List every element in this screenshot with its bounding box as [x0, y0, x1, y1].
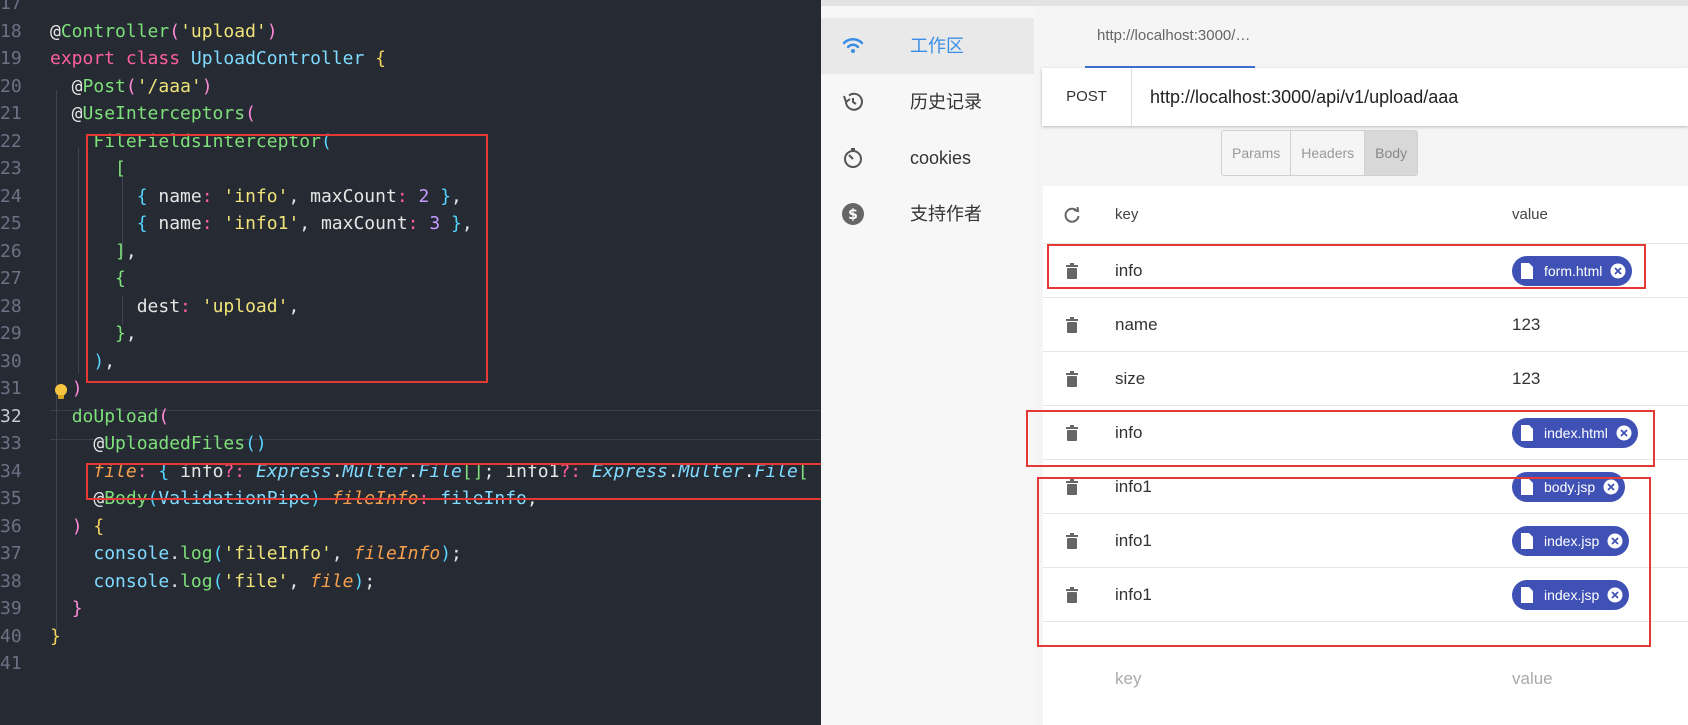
delete-icon[interactable]: [1062, 369, 1082, 389]
tab-label: http://localhost:3000/…: [1097, 27, 1251, 44]
sidebar-item-label: cookies: [910, 148, 972, 168]
code-line[interactable]: 18 @Controller('upload'): [0, 18, 821, 46]
line-number: 24: [0, 185, 22, 207]
line-number: 17: [0, 0, 22, 14]
line-number: 37: [0, 543, 22, 564]
svg-text:$: $: [848, 207, 858, 223]
sidebar-item-support[interactable]: $ 支持作者: [821, 186, 1034, 242]
line-number: 41: [0, 653, 22, 674]
code-line[interactable]: 17: [0, 0, 821, 18]
row-key[interactable]: name: [1115, 298, 1158, 352]
line-number: 38: [0, 570, 22, 592]
tab-body[interactable]: Body: [1365, 131, 1418, 175]
request-tabs: http://localhost:3000/…: [1034, 6, 1688, 68]
line-number: 19: [0, 48, 22, 69]
line-number: 40: [0, 625, 22, 647]
dollar-icon: $: [842, 203, 864, 225]
row-value[interactable]: 123: [1512, 352, 1540, 406]
line-number: 34: [0, 460, 22, 482]
code-line[interactable]: 40}: [0, 623, 821, 651]
line-number: 26: [0, 240, 22, 262]
line-number: 30: [0, 350, 22, 372]
line-number: 31: [0, 378, 22, 399]
delete-icon[interactable]: [1062, 315, 1082, 335]
line-number: 36: [0, 515, 22, 537]
code-text: @UploadedFiles(): [50, 433, 267, 454]
tab-params[interactable]: Params: [1222, 131, 1292, 175]
request-section-tabs: Params Headers Body: [1221, 130, 1419, 176]
line-number: 27: [0, 268, 22, 289]
sidebar: 工作区 历史记录 cookies $ 支持作者: [821, 6, 1034, 725]
code-text: @Controller('upload'): [50, 20, 278, 42]
code-text: doUpload(: [71, 405, 170, 427]
tab-headers[interactable]: Headers: [1291, 131, 1366, 175]
request-url-bar: POST http://localhost:3000/api/v1/upload…: [1042, 68, 1688, 126]
line-number: 25: [0, 213, 22, 234]
code-line[interactable]: 37 console.log('fileInfo', fileInfo);: [0, 540, 821, 568]
sidebar-item-cookies[interactable]: cookies: [821, 130, 1034, 186]
code-text: @Post('/aaa'): [50, 75, 213, 97]
method-select[interactable]: POST: [1042, 68, 1132, 126]
table-row: name 123: [1043, 298, 1688, 352]
row-value[interactable]: 123: [1512, 298, 1540, 352]
new-value-input[interactable]: value: [1512, 650, 1553, 708]
highlight-box-interceptor: [86, 134, 488, 383]
code-line[interactable]: 41: [0, 650, 821, 678]
column-header-value: value: [1512, 206, 1548, 223]
line-number: 35: [0, 488, 22, 509]
wifi-icon: [842, 38, 864, 53]
line-number: 33: [0, 433, 22, 454]
line-number: 21: [0, 103, 22, 124]
request-tab[interactable]: http://localhost:3000/…: [1085, 6, 1255, 68]
line-number: 28: [0, 295, 22, 317]
line-number: 18: [0, 20, 22, 42]
code-line[interactable]: 38 console.log('file', file);: [0, 568, 821, 596]
code-text: }: [71, 598, 83, 619]
row-key[interactable]: size: [1115, 352, 1145, 406]
sidebar-item-label: 支持作者: [910, 204, 982, 224]
code-line[interactable]: 19 export class UploadController {: [0, 45, 821, 73]
column-header-key: key: [1115, 206, 1139, 223]
line-number: 32: [0, 405, 22, 427]
new-row[interactable]: key value: [1043, 650, 1688, 708]
line-number: 23: [0, 158, 22, 179]
code-line[interactable]: 36 ) {: [0, 513, 821, 541]
table-row: size 123: [1043, 352, 1688, 406]
line-number: 39: [0, 598, 22, 619]
code-text: console.log('file', file);: [93, 570, 376, 592]
highlight-box-rows-info1: [1037, 477, 1651, 647]
highlight-box-file-param: [86, 463, 821, 500]
code-text: }: [50, 625, 61, 647]
code-text: @UseInterceptors(: [50, 103, 256, 124]
table-header: key value: [1043, 186, 1688, 244]
code-line[interactable]: 39 }: [0, 595, 821, 623]
sidebar-item-label: 工作区: [910, 36, 964, 56]
code-text: console.log('fileInfo', fileInfo);: [93, 543, 462, 564]
sidebar-item-workspace[interactable]: 工作区: [821, 18, 1034, 74]
refresh-icon[interactable]: [1062, 205, 1082, 225]
code-editor[interactable]: 17 18 @Controller('upload') 19 export class …: [0, 0, 821, 725]
url-input[interactable]: http://localhost:3000/api/v1/upload/aaa: [1150, 68, 1458, 126]
line-number: 22: [0, 130, 22, 152]
code-line[interactable]: 21 @UseInterceptors(: [0, 100, 821, 128]
code-text: export class UploadController {: [50, 48, 386, 69]
code-line[interactable]: 32 doUpload(: [0, 403, 821, 431]
code-line[interactable]: 33 @UploadedFiles(): [0, 430, 821, 458]
line-number: 29: [0, 323, 22, 344]
timer-icon: [844, 148, 862, 168]
code-line[interactable]: 20 @Post('/aaa'): [0, 73, 821, 101]
sidebar-item-label: 历史记录: [910, 92, 982, 112]
new-key-input[interactable]: key: [1115, 650, 1141, 708]
highlight-box-row-info: [1047, 244, 1646, 289]
line-number: 20: [0, 75, 22, 97]
lightbulb-icon[interactable]: [54, 383, 68, 401]
code-text: ) {: [71, 515, 105, 537]
history-icon: [843, 92, 863, 111]
highlight-box-row-info-2: [1026, 410, 1655, 467]
sidebar-item-history[interactable]: 历史记录: [821, 74, 1034, 130]
